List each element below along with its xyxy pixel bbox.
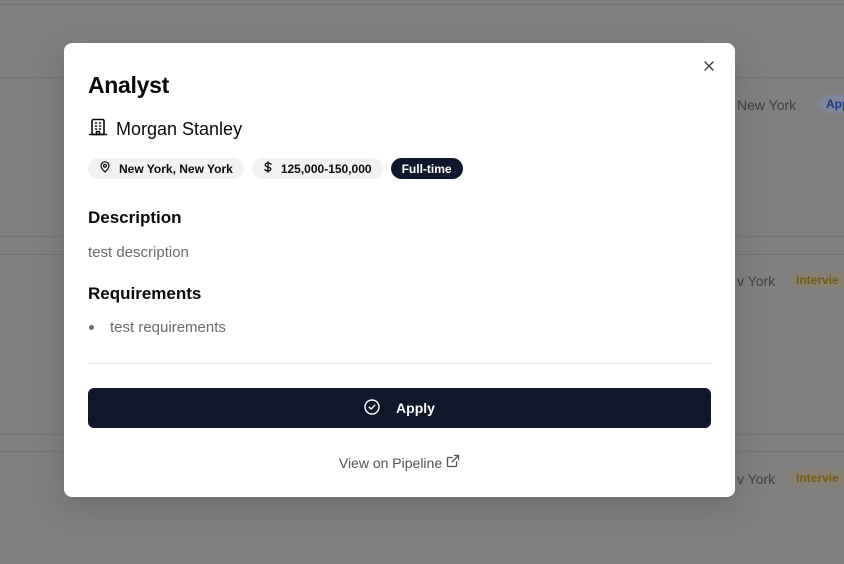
row-location: New York <box>737 97 797 113</box>
bullet-icon <box>89 325 94 330</box>
job-detail-modal: Analyst Morgan Stanley New York, New Yor… <box>64 43 735 497</box>
building-icon <box>88 117 108 142</box>
company-row: Morgan Stanley <box>88 117 242 142</box>
job-tags: New York, New York 125,000-150,000 Full-… <box>88 158 463 179</box>
requirements-list: test requirements <box>88 319 226 336</box>
divider <box>0 4 844 5</box>
job-type-badge: Full-time <box>390 158 463 179</box>
requirement-text: test requirements <box>110 319 226 336</box>
pipeline-link-label: View on Pipeline <box>338 454 443 471</box>
job-title: Analyst <box>88 72 169 98</box>
divider <box>88 363 711 364</box>
location-text: New York, New York <box>119 161 233 176</box>
salary-text: 125,000-150,000 <box>280 161 372 176</box>
status-badge: Intervie <box>788 271 844 289</box>
view-on-pipeline-link[interactable]: View on Pipeline <box>64 454 735 471</box>
apply-label: Apply <box>396 400 435 416</box>
status-badge: App <box>818 95 844 113</box>
location-chip: New York, New York <box>88 158 244 179</box>
dollar-icon <box>263 161 273 176</box>
description-heading: Description <box>88 208 182 227</box>
row-location: v York <box>737 273 776 289</box>
company-name: Morgan Stanley <box>116 119 243 139</box>
external-link-icon <box>446 454 460 471</box>
check-circle-icon <box>364 398 380 418</box>
list-item: test requirements <box>88 319 226 336</box>
row-location: v York <box>737 471 776 487</box>
requirements-heading: Requirements <box>88 284 202 303</box>
apply-button[interactable]: Apply <box>88 388 711 428</box>
close-button[interactable] <box>701 60 717 76</box>
map-pin-icon <box>99 161 111 176</box>
status-badge: Intervie <box>788 469 844 487</box>
close-icon[interactable] <box>703 59 715 77</box>
description-text: test description <box>88 244 189 261</box>
salary-chip: 125,000-150,000 <box>251 158 383 179</box>
